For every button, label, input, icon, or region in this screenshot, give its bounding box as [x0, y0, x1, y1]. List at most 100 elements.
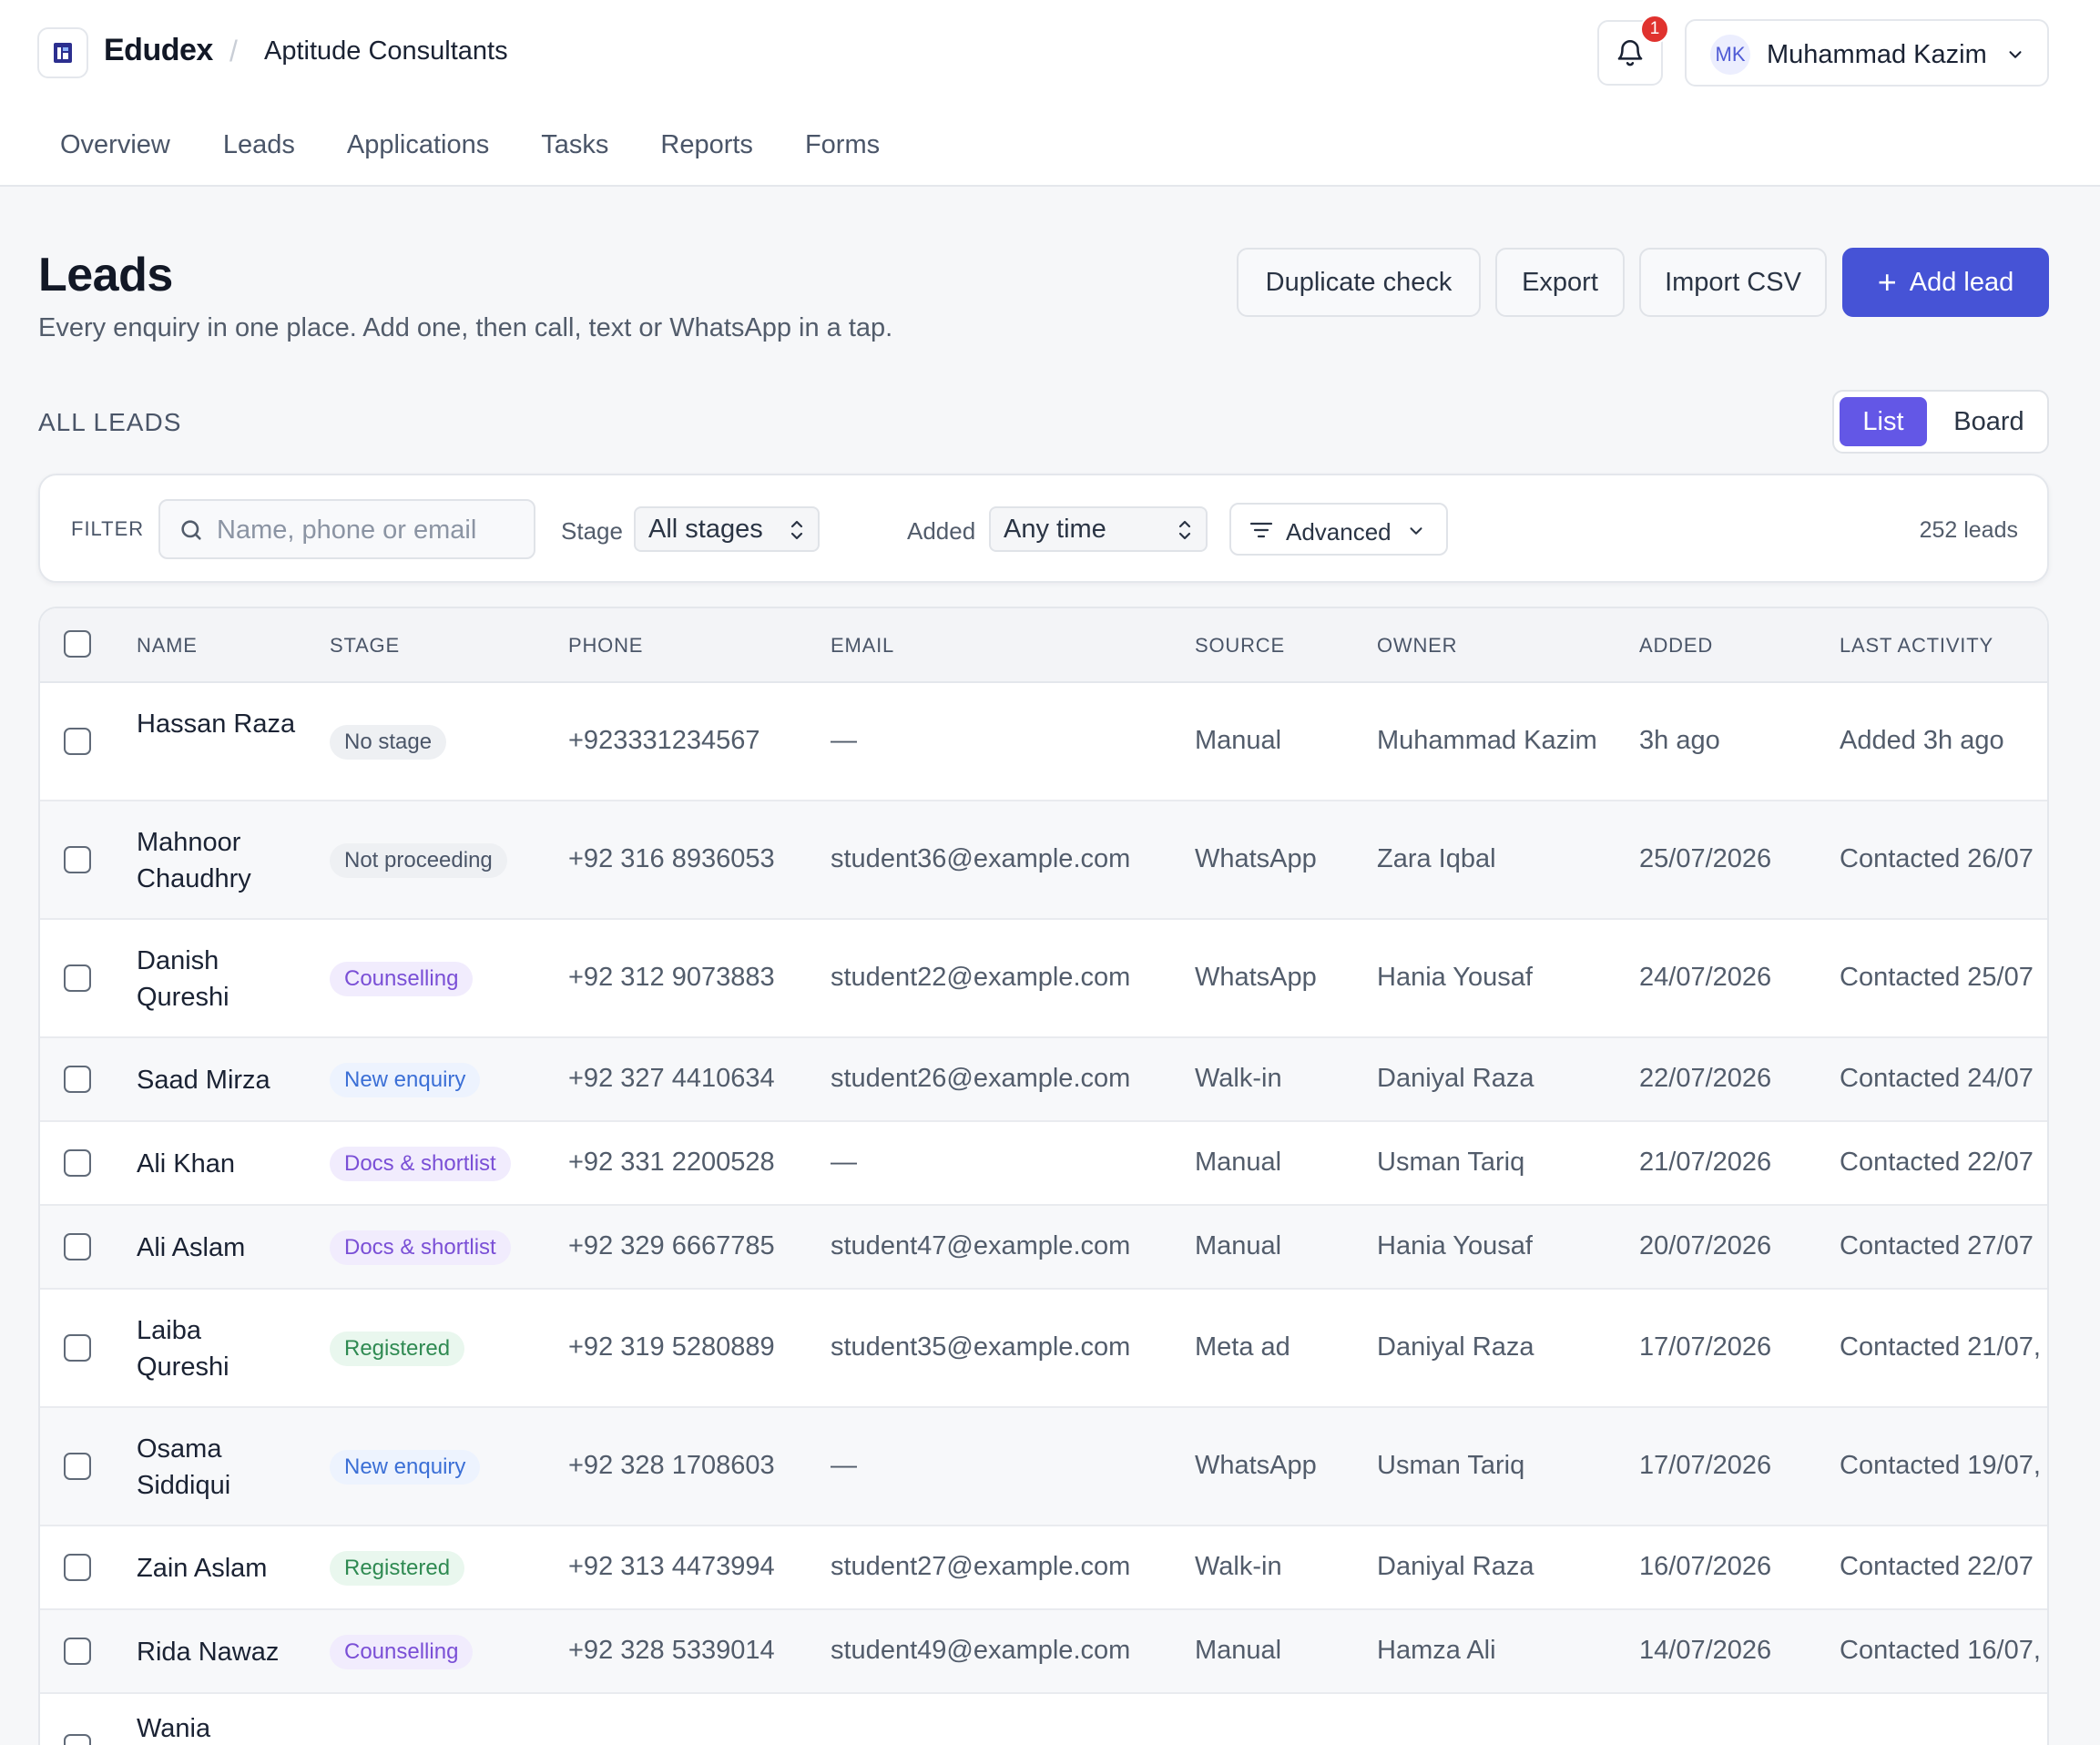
table-row[interactable]: Danish Qureshi Counselling +92 312 9073883… — [40, 920, 2047, 1038]
cell-email[interactable]: student26@example.com — [831, 1064, 1130, 1094]
cell-phone[interactable]: +92 319 5280889 — [568, 1332, 775, 1362]
cell-email[interactable]: student27@example.com — [831, 1552, 1130, 1582]
stage-select[interactable]: All stages — [634, 506, 820, 552]
nav-leads[interactable]: Leads — [223, 130, 295, 160]
nav-reports[interactable]: Reports — [660, 130, 753, 160]
row-checkbox[interactable] — [64, 964, 91, 992]
table-row[interactable]: Wania — [40, 1694, 2047, 1745]
lead-name[interactable]: Saad Mirza — [137, 1062, 301, 1098]
cell-phone[interactable]: +92 329 6667785 — [568, 1231, 775, 1261]
advanced-filter-label: Advanced — [1286, 518, 1392, 546]
cell-email[interactable]: student22@example.com — [831, 963, 1130, 993]
lead-name[interactable]: Wania — [137, 1710, 301, 1745]
lead-name[interactable]: Hassan Raza — [137, 706, 301, 742]
lead-name[interactable]: Rida Nawaz — [137, 1634, 301, 1670]
table-row[interactable]: Laiba Qureshi Registered +92 319 5280889 st… — [40, 1290, 2047, 1408]
search-box[interactable] — [158, 499, 535, 559]
cell-phone[interactable]: +92 313 4473994 — [568, 1552, 775, 1582]
row-checkbox[interactable] — [64, 1334, 91, 1362]
leads-table: NAME STAGE PHONE EMAIL SOURCE OWNER ADDE… — [38, 607, 2049, 1745]
stage-badge[interactable]: Docs & shortlist — [330, 1147, 511, 1181]
stage-badge[interactable]: New enquiry — [330, 1450, 481, 1485]
stage-badge[interactable]: Counselling — [330, 1635, 474, 1669]
table-row[interactable]: Zain Aslam Registered +92 313 4473994 stude… — [40, 1526, 2047, 1610]
stage-badge[interactable]: Registered — [330, 1332, 465, 1366]
cell-last: Contacted 25/07 — [1840, 963, 2034, 992]
brand-logo[interactable] — [37, 27, 88, 78]
cell-phone[interactable]: +92 331 2200528 — [568, 1148, 775, 1178]
cell-email[interactable]: — — [831, 726, 857, 756]
select-all-checkbox[interactable] — [64, 630, 91, 658]
table-row[interactable]: Saad Mirza New enquiry +92 327 4410634 stud… — [40, 1038, 2047, 1122]
advanced-filter-button[interactable]: Advanced — [1229, 503, 1448, 556]
column-header-phone[interactable]: PHONE — [568, 634, 643, 658]
stage-badge[interactable]: Not proceeding — [330, 843, 507, 878]
row-checkbox[interactable] — [64, 1734, 91, 1745]
row-checkbox[interactable] — [64, 1149, 91, 1177]
export-button[interactable]: Export — [1495, 248, 1625, 317]
cell-phone[interactable]: +92 328 1708603 — [568, 1451, 775, 1481]
lead-name[interactable]: Mahnoor Chaudhry — [137, 824, 301, 897]
lead-name[interactable]: Ali Khan — [137, 1146, 301, 1182]
user-menu-button[interactable]: MK Muhammad Kazim — [1685, 19, 2049, 87]
column-header-source[interactable]: SOURCE — [1195, 634, 1285, 658]
column-header-stage[interactable]: STAGE — [330, 634, 400, 658]
search-icon — [181, 520, 201, 540]
table-row[interactable]: Ali Aslam Docs & shortlist +92 329 6667785… — [40, 1206, 2047, 1290]
cell-email[interactable]: student49@example.com — [831, 1636, 1130, 1666]
row-checkbox[interactable] — [64, 728, 91, 755]
view-list-button[interactable]: List — [1840, 397, 1927, 446]
stage-badge[interactable]: Docs & shortlist — [330, 1230, 511, 1265]
view-board-button[interactable]: Board — [1934, 397, 2044, 446]
column-header-owner[interactable]: OWNER — [1377, 634, 1457, 658]
column-header-added[interactable]: ADDED — [1639, 634, 1713, 658]
row-checkbox[interactable] — [64, 1233, 91, 1260]
nav-applications[interactable]: Applications — [347, 130, 489, 160]
row-checkbox[interactable] — [64, 1638, 91, 1665]
stage-badge[interactable]: Counselling — [330, 962, 474, 996]
cell-email[interactable]: — — [831, 1148, 857, 1178]
row-checkbox[interactable] — [64, 1066, 91, 1093]
table-row[interactable]: Rida Nawaz Counselling +92 328 5339014 stud… — [40, 1610, 2047, 1694]
cell-phone[interactable]: +92 328 5339014 — [568, 1636, 775, 1666]
table-row[interactable]: Mahnoor Chaudhry Not proceeding +92 316 89… — [40, 801, 2047, 920]
cell-phone[interactable]: +923331234567 — [568, 726, 759, 756]
cell-email[interactable]: student36@example.com — [831, 844, 1130, 874]
organization-name[interactable]: Aptitude Consultants — [264, 36, 508, 66]
table-row[interactable]: Osama Siddiqui New enquiry +92 328 1708603… — [40, 1408, 2047, 1526]
cell-email[interactable]: student35@example.com — [831, 1332, 1130, 1362]
added-select[interactable]: Any time — [989, 506, 1208, 552]
add-lead-button[interactable]: + Add lead — [1842, 248, 2049, 317]
nav-forms[interactable]: Forms — [805, 130, 880, 160]
nav-overview[interactable]: Overview — [60, 130, 170, 160]
cell-phone[interactable]: +92 327 4410634 — [568, 1064, 775, 1094]
stage-badge[interactable]: Registered — [330, 1551, 465, 1586]
cell-phone[interactable]: +92 312 9073883 — [568, 963, 775, 993]
stage-badge[interactable]: New enquiry — [330, 1063, 481, 1097]
column-header-email[interactable]: EMAIL — [831, 634, 894, 658]
cell-email[interactable]: student47@example.com — [831, 1231, 1130, 1261]
lead-name[interactable]: Osama Siddiqui — [137, 1431, 301, 1504]
stage-badge[interactable]: No stage — [330, 725, 447, 760]
lead-name[interactable]: Zain Aslam — [137, 1550, 301, 1587]
nav-tasks[interactable]: Tasks — [541, 130, 608, 160]
search-input[interactable] — [217, 512, 526, 548]
row-checkbox[interactable] — [64, 1554, 91, 1581]
cell-phone[interactable]: +92 316 8936053 — [568, 844, 775, 874]
row-checkbox[interactable] — [64, 1453, 91, 1480]
column-header-name[interactable]: NAME — [137, 634, 198, 658]
cell-email[interactable]: — — [831, 1451, 857, 1481]
duplicate-check-button[interactable]: Duplicate check — [1237, 248, 1481, 317]
row-checkbox[interactable] — [64, 846, 91, 873]
cell-source: WhatsApp — [1195, 963, 1317, 992]
lead-name[interactable]: Laiba Qureshi — [137, 1312, 301, 1385]
cell-source: Manual — [1195, 1636, 1282, 1665]
lead-name[interactable]: Danish Qureshi — [137, 943, 301, 1015]
column-header-last-activity[interactable]: LAST ACTIVITY — [1840, 634, 1993, 658]
table-row[interactable]: Hassan Raza No stage +923331234567 — Manual M… — [40, 683, 2047, 801]
lead-name[interactable]: Ali Aslam — [137, 1230, 301, 1266]
table-row[interactable]: Ali Khan Docs & shortlist +92 331 2200528 —… — [40, 1122, 2047, 1206]
brand-name[interactable]: Edudex — [104, 33, 213, 68]
import-csv-button[interactable]: Import CSV — [1639, 248, 1827, 317]
cell-added: 22/07/2026 — [1639, 1064, 1772, 1093]
